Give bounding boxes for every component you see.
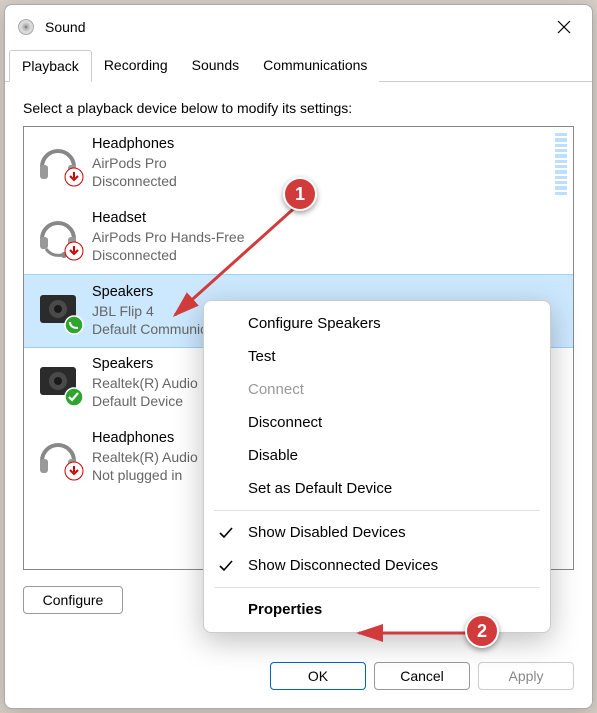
device-status: Disconnected <box>92 172 177 190</box>
tab-sounds[interactable]: Sounds <box>180 50 251 82</box>
sound-icon <box>17 18 35 36</box>
ctx-label: Show Disabled Devices <box>248 524 406 541</box>
annotation-arrow-1 <box>165 195 325 325</box>
ctx-disconnect[interactable]: Disconnect <box>204 406 550 439</box>
annotation-step-2: 2 <box>465 614 499 648</box>
ctx-connect: Connect <box>204 373 550 406</box>
device-name: Headphones <box>92 135 177 154</box>
speaker-icon <box>34 357 82 405</box>
ctx-set-default[interactable]: Set as Default Device <box>204 472 550 505</box>
cancel-button[interactable]: Cancel <box>374 662 470 690</box>
ok-button[interactable]: OK <box>270 662 366 690</box>
headphones-icon <box>34 137 82 185</box>
tab-playback[interactable]: Playback <box>9 50 92 82</box>
annotation-step-1: 1 <box>283 177 317 211</box>
ctx-disable[interactable]: Disable <box>204 439 550 472</box>
device-name: Headphones <box>92 429 198 448</box>
instruction-text: Select a playback device below to modify… <box>23 100 574 116</box>
device-name: Speakers <box>92 355 198 374</box>
context-menu: Configure Speakers Test Connect Disconne… <box>203 300 551 633</box>
ctx-separator <box>214 510 540 511</box>
device-desc: Realtek(R) Audio <box>92 374 198 392</box>
annotation-badge: 2 <box>465 614 499 648</box>
titlebar: Sound <box>5 5 592 49</box>
close-button[interactable] <box>544 11 584 43</box>
tab-recording[interactable]: Recording <box>92 50 180 82</box>
device-status: Default Device <box>92 392 198 410</box>
ctx-label: Show Disconnected Devices <box>248 557 438 574</box>
check-icon <box>218 525 234 541</box>
device-status: Not plugged in <box>92 466 198 484</box>
configure-button[interactable]: Configure <box>23 586 123 614</box>
tab-strip: Playback Recording Sounds Communications <box>5 49 592 82</box>
ctx-show-disabled[interactable]: Show Disabled Devices <box>204 516 550 549</box>
apply-button[interactable]: Apply <box>478 662 574 690</box>
speaker-icon <box>34 285 82 333</box>
ctx-test[interactable]: Test <box>204 340 550 373</box>
tab-communications[interactable]: Communications <box>251 50 379 82</box>
window-title: Sound <box>45 19 544 35</box>
dialog-footer: OK Cancel Apply <box>5 648 592 708</box>
device-desc: Realtek(R) Audio <box>92 448 198 466</box>
device-desc: AirPods Pro <box>92 154 177 172</box>
headphones-icon <box>34 431 82 479</box>
sound-window: Sound Playback Recording Sounds Communic… <box>4 4 593 709</box>
annotation-badge: 1 <box>283 177 317 211</box>
annotation-arrow-2 <box>353 623 483 643</box>
ctx-separator <box>214 587 540 588</box>
level-meter <box>555 133 567 195</box>
ctx-show-disconnected[interactable]: Show Disconnected Devices <box>204 549 550 582</box>
check-icon <box>218 558 234 574</box>
headset-icon <box>34 211 82 259</box>
